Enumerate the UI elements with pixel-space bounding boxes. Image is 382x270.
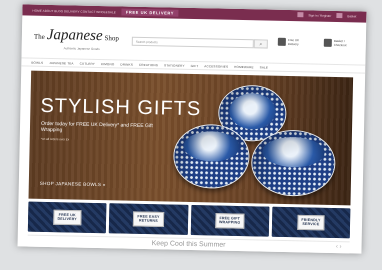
tile-label: FREE UK DELIVERY <box>53 209 82 226</box>
bowl-image <box>250 129 336 198</box>
promo-badge[interactable]: FREE UK DELIVERY <box>121 8 179 17</box>
search-button[interactable]: ⌕ <box>253 39 268 49</box>
nav-item[interactable]: HOMEWARE <box>234 64 254 68</box>
search-input[interactable]: Search products <box>131 36 254 49</box>
user-icon[interactable] <box>297 12 304 18</box>
hero-banner[interactable]: STYLISH GIFTS Order today for FREE UK De… <box>28 70 354 206</box>
tile-label-line: DELIVERY <box>57 217 77 222</box>
search-placeholder: Search products <box>135 39 158 45</box>
nav-item[interactable]: BOWLS <box>31 60 43 64</box>
nav-item[interactable]: DRINKS <box>120 62 133 66</box>
promo-banner[interactable]: Keep Cool this Summer ‹ › <box>27 234 350 254</box>
top-links[interactable]: HOME ABOUT BLOG DELIVERY CONTACT WHOLESA… <box>32 8 116 14</box>
hero-note: *on all orders over £x <box>40 136 70 142</box>
tile-label-line: RETURNS <box>138 218 158 224</box>
feature-tiles: FREE UK DELIVERY FREE EASY RETURNS FREE … <box>27 201 351 239</box>
basket-icon[interactable] <box>336 12 343 19</box>
browser-screen: HOME ABOUT BLOG DELIVERY CONTACT WHOLESA… <box>17 4 367 254</box>
logo-the: The <box>33 32 45 41</box>
hero-subtitle: Order today for FREE UK Delivery* and FR… <box>40 120 153 134</box>
tile-free-delivery[interactable]: FREE UK DELIVERY <box>27 201 107 234</box>
tile-label: FRIENDLY SERVICE <box>297 214 325 231</box>
tile-free-returns[interactable]: FREE EASY RETURNS <box>109 203 188 235</box>
delivery-info[interactable]: Free UK Delivery <box>277 37 310 47</box>
basket-info[interactable]: Basket / Checkout <box>323 38 356 48</box>
logo-shop: Shop <box>104 34 120 43</box>
site-header: The Japanese Shop Authentic Japanese Goo… <box>21 16 367 64</box>
tile-label-line: SERVICE <box>302 222 320 227</box>
tile-label: FREE GIFT WRAPPING <box>214 213 245 229</box>
nav-item[interactable]: CREATIONS <box>139 62 158 66</box>
nav-item[interactable]: STATIONERY <box>164 63 185 67</box>
hero-title: STYLISH GIFTS <box>40 94 202 121</box>
nav-item[interactable]: KIMONO <box>101 62 114 66</box>
bowl-image <box>172 123 251 190</box>
nav-item[interactable]: CUTLERY <box>80 61 95 65</box>
account-link[interactable]: Sign in / Register <box>308 13 331 17</box>
cart-icon <box>323 38 332 47</box>
logo-japanese: Japanese <box>46 26 103 45</box>
tile-label: FREE EASY RETURNS <box>133 211 164 227</box>
basket-link[interactable]: Basket <box>347 14 356 18</box>
site-logo[interactable]: The Japanese Shop <box>34 27 119 46</box>
carousel-arrows[interactable]: ‹ › <box>336 244 342 250</box>
nav-item[interactable]: ACCESSORIES <box>204 64 228 68</box>
nav-item[interactable]: JAPANESE TEA <box>49 60 74 65</box>
tile-free-gift-wrapping[interactable]: FREE GIFT WRAPPING <box>190 204 270 237</box>
tile-friendly-service[interactable]: FRIENDLY SERVICE <box>271 206 351 239</box>
basket-label: Basket / Checkout <box>333 38 347 48</box>
delivery-label: Free UK Delivery <box>287 37 300 47</box>
logo-tagline: Authentic Japanese Goods <box>63 46 100 52</box>
truck-icon <box>277 37 286 46</box>
promo-banner-text: Keep Cool this Summer <box>151 240 226 249</box>
tile-label-line: WRAPPING <box>218 220 241 226</box>
top-right-actions: Sign in / Register Basket <box>297 12 356 19</box>
nav-item[interactable]: SALE <box>260 65 269 69</box>
nav-item[interactable]: GIFT <box>191 63 199 67</box>
